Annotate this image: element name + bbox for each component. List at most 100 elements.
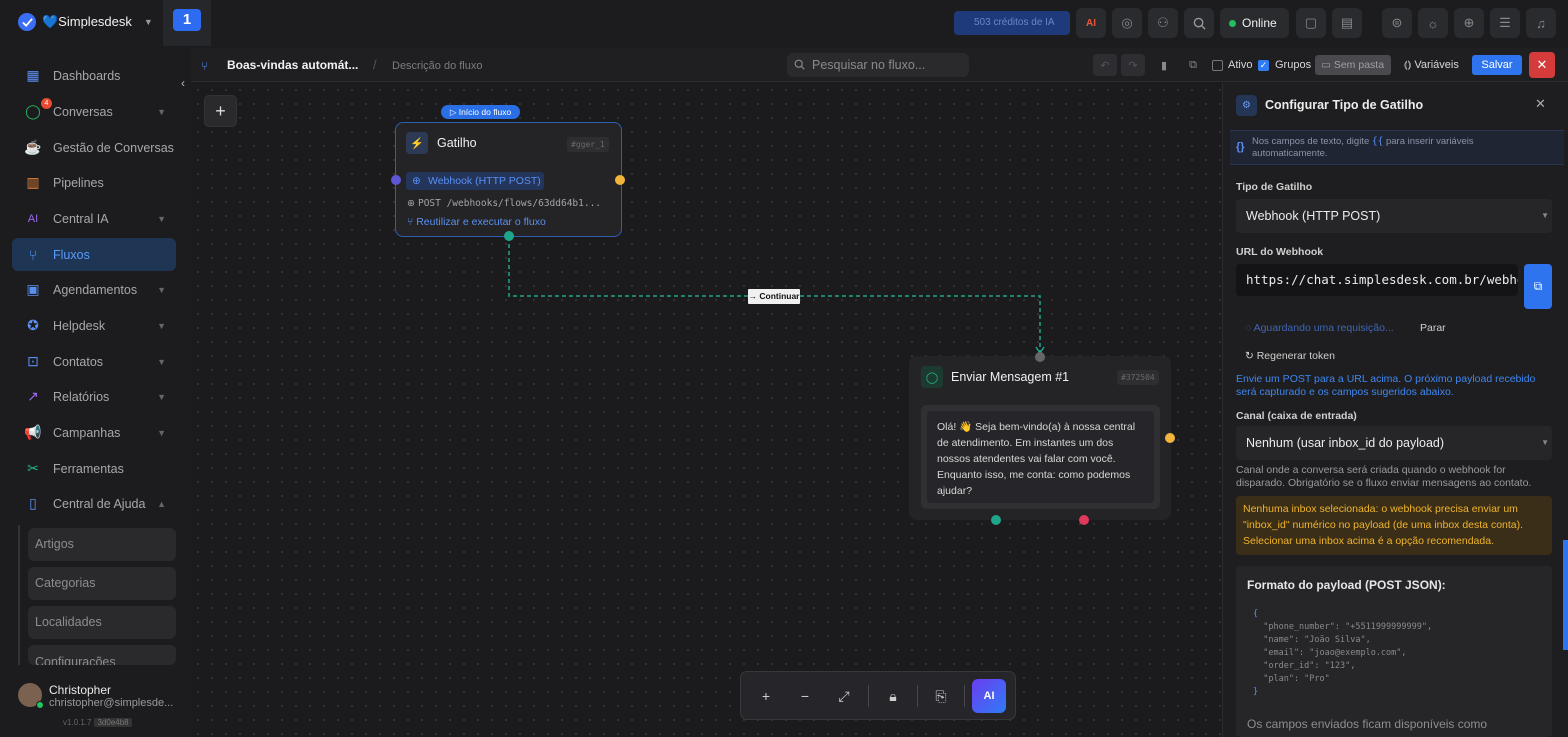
lock-icon[interactable]: 🔒︎ — [883, 686, 903, 706]
inbox-icon[interactable]: ⊜ — [1382, 8, 1412, 38]
output-port[interactable] — [615, 175, 625, 185]
message-title: Enviar Mensagem #1 — [951, 370, 1070, 384]
sidebar-item-fluxos[interactable]: ⑂ Fluxos — [12, 238, 176, 271]
status-toggle[interactable]: Online — [1220, 8, 1289, 38]
kanban-icon: ▥ — [26, 174, 40, 190]
payload-line: } — [1253, 687, 1258, 697]
close-icon[interactable]: ✕ — [1529, 52, 1555, 78]
message-line: nossos atendentes vai falar com você. — [937, 453, 1116, 465]
grupos-label: Grupos — [1275, 59, 1312, 71]
message-error-port[interactable] — [1079, 515, 1089, 525]
sidebar-item-conversas[interactable]: ◯ 4 Conversas ▼ — [12, 95, 176, 128]
ai-assistant-icon[interactable]: AI — [972, 679, 1006, 713]
sidebar-item-gestao[interactable]: ☕ Gestão de Conversas — [12, 131, 176, 164]
search-icon[interactable] — [1184, 8, 1214, 38]
waiting-label: Aguardando uma requisição... — [1253, 322, 1394, 334]
brand-name: 💙Simplesdesk — [42, 14, 132, 29]
flow-description[interactable]: Descrição do fluxo — [392, 60, 483, 72]
zoom-in-icon[interactable]: + — [756, 686, 776, 706]
edge-label-text: Continuar — [759, 291, 800, 301]
payload-text: "phone_number": "+5511999999999", — [1253, 622, 1433, 632]
version-label: v1.0.1.7 3d0e4b8 — [63, 718, 132, 727]
chat-icon[interactable]: ▢ — [1296, 8, 1326, 38]
flow-start-pill: ▷ Início do fluxo — [441, 105, 520, 119]
workspace-badge[interactable]: 1 — [163, 0, 211, 46]
variables-button[interactable]: ⦅⦆ Variáveis — [1404, 59, 1459, 72]
flow-search-input[interactable]: Pesquisar no fluxo... — [787, 53, 969, 77]
grupos-checkbox[interactable]: ✓ — [1258, 60, 1269, 71]
sidebar-item-ferramentas[interactable]: ✂ Ferramentas — [12, 452, 176, 485]
sidebar-item-label: Conversas — [53, 104, 113, 119]
payload-line: "phone_number": "+5511999999999", — [1253, 622, 1432, 632]
save-button[interactable]: Salvar — [1472, 55, 1522, 75]
chevron-down-icon: ▼ — [1541, 211, 1549, 220]
workspace-switcher[interactable]: 💙Simplesdesk ▼ — [18, 13, 153, 31]
payload-line: "name": "João Silva", — [1253, 635, 1370, 645]
folder-button[interactable]: ▭ Sem pasta — [1315, 55, 1391, 75]
redo-icon[interactable]: ↷ — [1121, 54, 1145, 76]
fit-view-icon[interactable]: ⤢ — [834, 686, 854, 706]
toolbar-divider — [964, 685, 965, 707]
sidebar-item-helpdesk[interactable]: ✪ Helpdesk ▼ — [12, 309, 176, 342]
payload-line: { — [1253, 609, 1258, 619]
sidebar-item-central-ia[interactable]: AI Central IA ▼ — [12, 202, 176, 235]
trigger-type-value: Webhook (HTTP POST) — [1246, 209, 1381, 223]
sidebar-item-pipelines[interactable]: ▥ Pipelines — [12, 166, 176, 199]
sidebar-item-contatos[interactable]: ⊡ Contatos ▼ — [12, 345, 176, 378]
payload-footer: Os campos enviados ficam disponíveis com… — [1247, 717, 1488, 731]
message-output-port[interactable] — [1165, 433, 1175, 443]
team-icon[interactable]: ⚇ — [1148, 8, 1178, 38]
export-icon[interactable]: ⎘ — [931, 686, 951, 706]
regenerate-token-button[interactable]: ↻ Regenerar token — [1245, 350, 1335, 362]
sidebar-item-central-ajuda[interactable]: ▯ Central de Ajuda ▲ — [12, 487, 176, 520]
layout-icon[interactable]: ⧉ — [1181, 54, 1205, 76]
sidebar-item-label: Central de Ajuda — [53, 496, 146, 511]
sidebar-item-campanhas[interactable]: 📢 Campanhas ▼ — [12, 416, 176, 449]
stats-icon[interactable]: ▮ — [1152, 54, 1176, 76]
subitem-configuracoes[interactable]: Configurações — [28, 645, 176, 665]
subitem-localidades[interactable]: Localidades — [28, 606, 176, 639]
reuse-link[interactable]: ⑂ Reutilizar e executar o fluxo — [407, 216, 546, 228]
activity-icon[interactable]: ◎ — [1112, 8, 1142, 38]
avatar[interactable] — [18, 683, 44, 709]
subitem-categorias[interactable]: Categorias — [28, 567, 176, 600]
webhook-url-field[interactable]: https://chat.simplesdesk.com.br/webhooks… — [1236, 264, 1518, 296]
chevron-left-icon[interactable]: ‹ — [181, 76, 185, 90]
sidebar-item-agendamentos[interactable]: ▣ Agendamentos ▼ — [12, 273, 176, 306]
sidebar-item-label: Ferramentas — [53, 461, 124, 476]
trigger-type-select[interactable]: Webhook (HTTP POST) ▼ — [1236, 199, 1552, 233]
variables-icon: ⦅⦆ — [1404, 59, 1415, 71]
ia-credits-button[interactable]: 503 créditos de IA — [954, 11, 1070, 35]
message-success-port[interactable] — [991, 515, 1001, 525]
build-hash: 3d0e4b8 — [94, 718, 132, 727]
sidebar-item-relatorios[interactable]: ↗ Relatórios ▼ — [12, 380, 176, 413]
sidebar-item-label: Central IA — [53, 211, 109, 226]
bell-icon[interactable]: ♫ — [1526, 8, 1556, 38]
message-input-port[interactable] — [1035, 352, 1045, 362]
trigger-endpoint: ⊕ POST /webhooks/flows/63dd64b1... — [407, 198, 601, 209]
flow-title[interactable]: Boas-vindas automát... — [227, 58, 358, 72]
theme-icon[interactable]: ☼ — [1418, 8, 1448, 38]
ai-icon[interactable]: AI — [1076, 8, 1106, 38]
input-port[interactable] — [391, 175, 401, 185]
stop-button[interactable]: Parar — [1420, 322, 1446, 334]
spinner-icon: ◌ — [1245, 322, 1254, 334]
panel-title: Configurar Tipo de Gatilho — [1265, 98, 1424, 112]
channel-select[interactable]: Nenhum (usar inbox_id do payload) ▼ — [1236, 426, 1552, 460]
folder-label: Sem pasta — [1333, 59, 1385, 71]
undo-icon[interactable]: ↶ — [1093, 54, 1117, 76]
toolbar-divider — [917, 685, 918, 707]
edge-label[interactable]: → Continuar — [748, 289, 800, 304]
copy-icon[interactable]: ⧉ — [1524, 264, 1552, 309]
calendar-icon[interactable]: ▤ — [1332, 8, 1362, 38]
panel-scrollbar[interactable] — [1563, 540, 1568, 650]
globe-icon[interactable]: ⊕ — [1454, 8, 1484, 38]
zoom-out-icon[interactable]: − — [795, 686, 815, 706]
ativo-checkbox[interactable] — [1212, 60, 1223, 71]
sidebar-item-dashboards[interactable]: ▦ Dashboards — [12, 59, 176, 92]
close-icon[interactable]: ✕ — [1535, 96, 1546, 112]
chevron-down-icon: ▼ — [157, 428, 166, 438]
continue-port[interactable] — [504, 231, 514, 241]
subitem-artigos[interactable]: Artigos — [28, 528, 176, 561]
checklist-icon[interactable]: ☰ — [1490, 8, 1520, 38]
